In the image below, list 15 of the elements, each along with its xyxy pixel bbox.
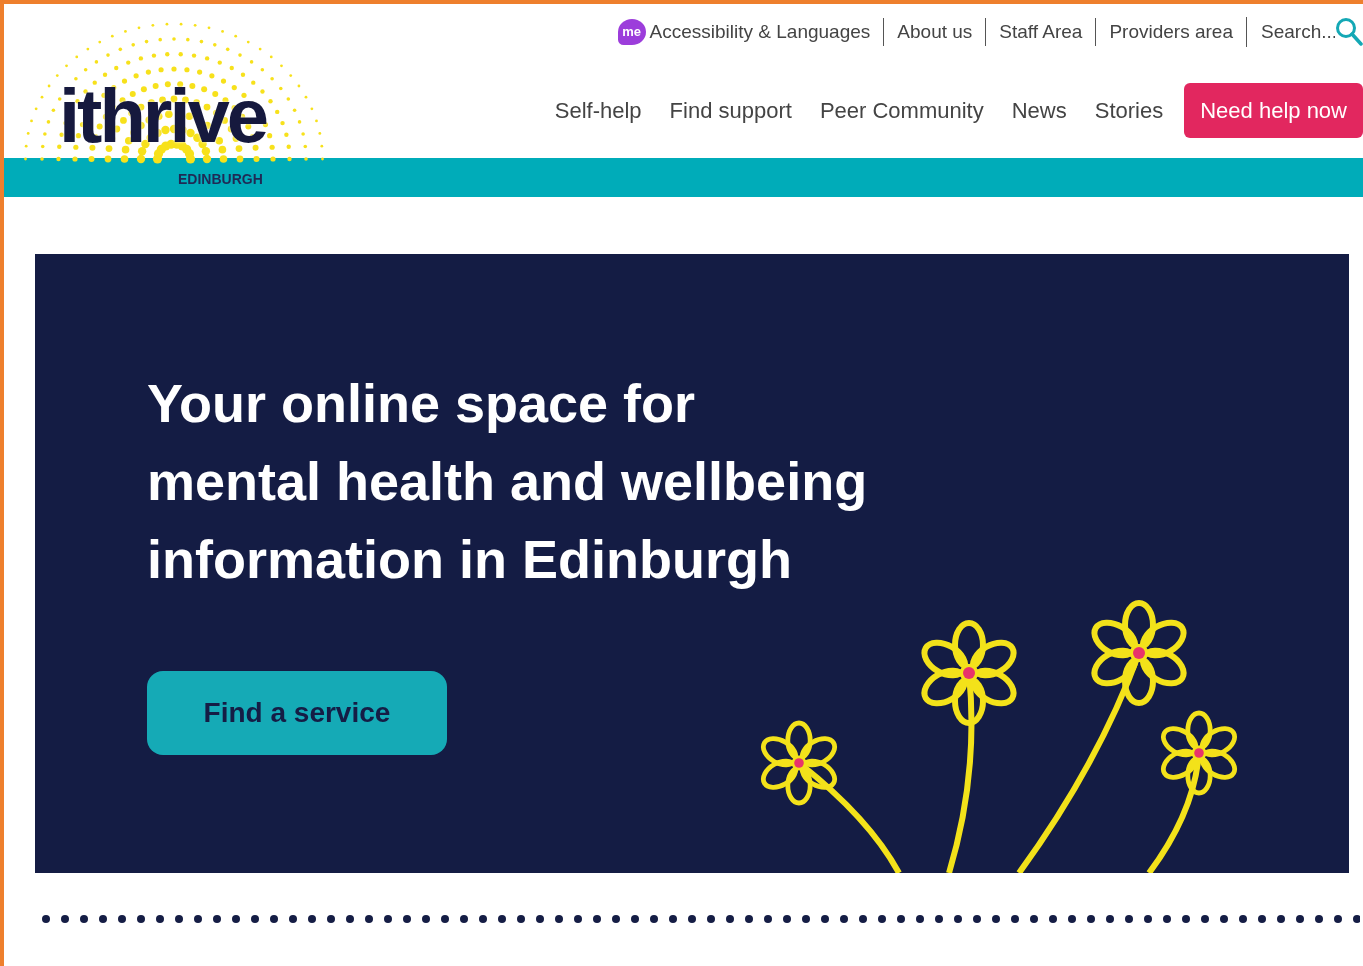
accessibility-link[interactable]: me Accessibility & Languages: [604, 18, 884, 46]
search-icon[interactable]: [1335, 17, 1363, 47]
nav-link[interactable]: News: [997, 97, 1081, 124]
utility-link[interactable]: Providers area: [1095, 18, 1246, 46]
nav-link[interactable]: Self-help: [540, 97, 656, 124]
need-help-button[interactable]: Need help now: [1184, 83, 1363, 138]
nav-link[interactable]: Peer Community: [805, 97, 998, 124]
speech-bubble-icon: me: [617, 19, 646, 45]
nav-link[interactable]: Stories: [1080, 97, 1178, 124]
hero-headline: Your online space for mental health and wellbeing information in Edinburgh: [147, 372, 868, 591]
utility-link[interactable]: About us: [883, 18, 986, 46]
nav-link[interactable]: Find support: [655, 97, 806, 124]
logo-place-name: EDINBURGH: [178, 171, 263, 189]
find-service-button[interactable]: Find a service: [147, 671, 447, 755]
utility-link[interactable]: Staff Area: [985, 18, 1096, 46]
